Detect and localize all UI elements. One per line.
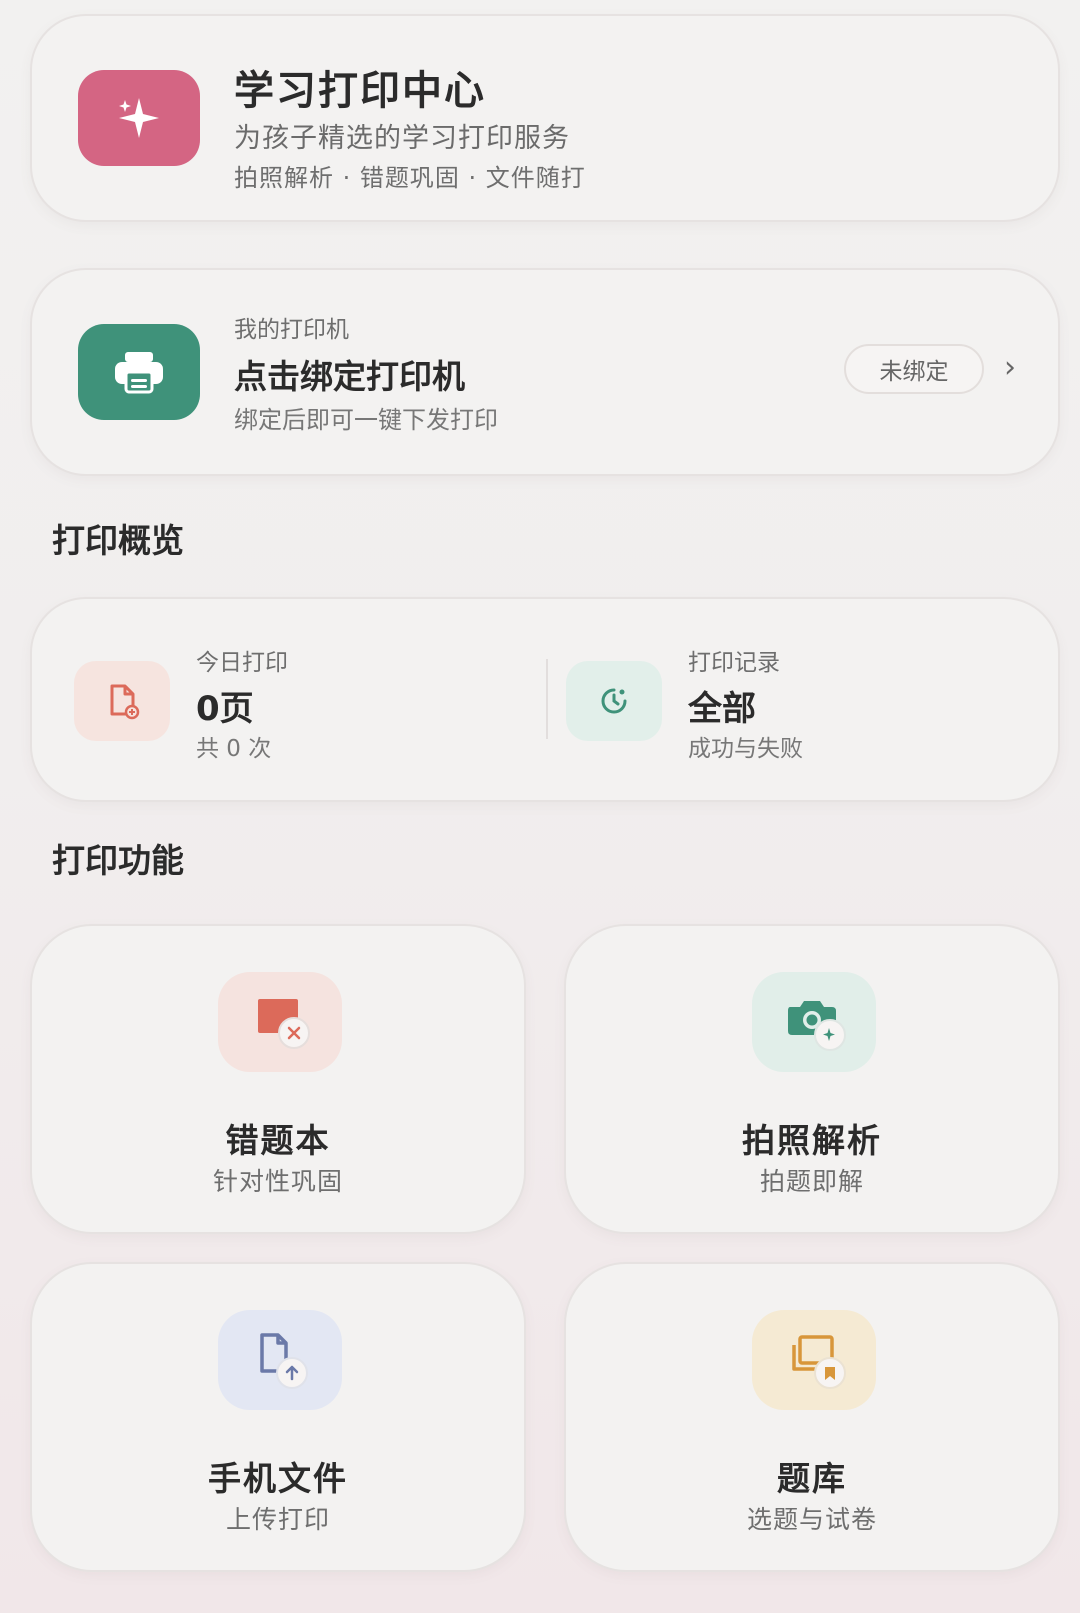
tile-title: 错题本 (225, 1121, 331, 1160)
bind-printer-card[interactable]: 我的打印机 点击绑定打印机 绑定后即可一键下发打印 未绑定 › (30, 268, 1060, 476)
question-bank-tile[interactable]: 题库 选题与试卷 (564, 1262, 1060, 1572)
question-bank-icon (752, 1310, 876, 1410)
page-title: 学习打印中心 (234, 68, 486, 114)
print-records-value[interactable]: 全部 (688, 681, 756, 730)
tile-title: 题库 (777, 1459, 847, 1498)
photo-analysis-tile[interactable]: 拍照解析 拍题即解 (564, 924, 1060, 1234)
document-add-icon (74, 661, 170, 741)
my-printer-label: 我的打印机 (234, 317, 349, 343)
file-upload-icon (218, 1310, 342, 1410)
learning-print-center-card: 学习打印中心 为孩子精选的学习打印服务 拍照解析 · 错题巩固 · 文件随打 (30, 14, 1060, 222)
tile-subtitle: 选题与试卷 (746, 1505, 877, 1534)
page-subtitle: 为孩子精选的学习打印服务 (234, 123, 570, 154)
phone-files-tile[interactable]: 手机文件 上传打印 (30, 1262, 526, 1572)
print-overview-card: 今日打印 0页 共 0 次 打印记录 全部 成功与失败 (30, 597, 1060, 802)
tile-title: 手机文件 (208, 1459, 348, 1498)
print-records-label: 打印记录 (688, 650, 780, 676)
tile-subtitle: 拍题即解 (759, 1167, 864, 1196)
tile-subtitle: 上传打印 (225, 1505, 330, 1534)
printer-icon (78, 324, 200, 420)
print-records-note: 成功与失败 (688, 736, 803, 762)
tile-subtitle: 针对性巩固 (212, 1167, 343, 1196)
today-print-value: 0页 (196, 689, 254, 729)
printer-status-badge: 未绑定 (844, 344, 984, 394)
overview-divider (546, 659, 548, 739)
wrong-questions-tile[interactable]: 错题本 针对性巩固 (30, 924, 526, 1234)
sparkles-icon (78, 70, 200, 166)
camera-icon (752, 972, 876, 1072)
today-print-count: 共 0 次 (196, 736, 272, 762)
today-print-label: 今日打印 (196, 650, 288, 676)
bind-printer-title: 点击绑定打印机 (234, 357, 465, 396)
wrong-questions-icon (218, 972, 342, 1072)
print-overview-heading: 打印概览 (52, 521, 184, 560)
bind-printer-hint: 绑定后即可一键下发打印 (234, 406, 498, 434)
tile-title: 拍照解析 (742, 1121, 882, 1160)
history-icon[interactable] (566, 661, 662, 741)
feature-tags: 拍照解析 · 错题巩固 · 文件随打 (234, 164, 586, 192)
chevron-right-icon: › (1004, 350, 1016, 385)
print-functions-heading: 打印功能 (52, 841, 184, 880)
